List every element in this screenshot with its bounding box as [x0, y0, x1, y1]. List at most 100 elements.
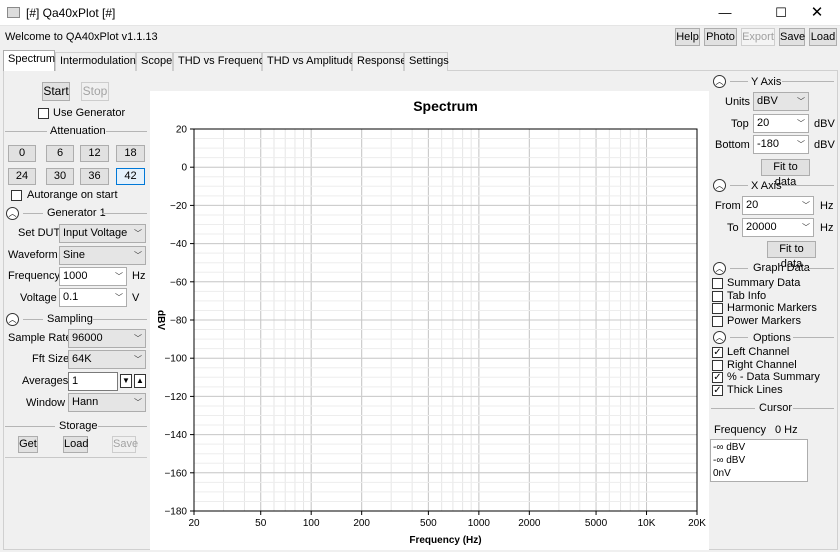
collapse-y-axis-icon[interactable]: ︿	[713, 75, 726, 88]
tab-info-label: Tab Info	[727, 290, 767, 302]
y-fit-to-data-button[interactable]: Fit to data	[761, 159, 810, 188]
chevron-down-icon: ﹀	[134, 398, 142, 407]
tab-intermodulation[interactable]: Intermodulation	[55, 52, 136, 71]
tab-scope[interactable]: Scope	[136, 52, 173, 71]
save-button[interactable]: Save	[779, 28, 805, 46]
voltage-input[interactable]: 0.1 ﹀	[59, 288, 127, 307]
tab-thd-vs-amplitude[interactable]: THD vs Amplitude	[262, 52, 355, 71]
tab-info-checkbox[interactable]	[712, 291, 723, 302]
attenuation-0-button[interactable]: 0	[8, 145, 36, 162]
fft-size-dropdown[interactable]: 64K ﹀	[68, 350, 146, 369]
tab-spectrum[interactable]: Spectrum	[3, 50, 55, 71]
attenuation-6-button[interactable]: 6	[46, 145, 74, 162]
divider	[806, 268, 834, 269]
photo-button[interactable]: Photo	[704, 28, 737, 46]
y-tick-label: −160	[164, 468, 187, 479]
waveform-dropdown[interactable]: Sine ﹀	[59, 246, 146, 265]
x-tick-label: 200	[353, 518, 370, 529]
app-icon	[7, 7, 20, 18]
attenuation-24-button[interactable]: 24	[8, 168, 36, 185]
to-input[interactable]: 20000 ﹀	[742, 218, 814, 237]
storage-header: Storage	[59, 420, 98, 432]
save-storage-button[interactable]: Save	[112, 436, 138, 453]
top-input[interactable]: 20 ﹀	[753, 114, 809, 133]
use-generator-checkbox[interactable]	[38, 108, 49, 119]
divider	[793, 337, 834, 338]
to-value: 20000	[746, 221, 777, 233]
graph-data-header: Graph Data	[753, 262, 810, 274]
x-fit-to-data-button[interactable]: Fit to data	[767, 241, 816, 270]
harmonic-markers-checkbox[interactable]	[712, 303, 723, 314]
collapse-generator-icon[interactable]: ︿	[6, 207, 19, 220]
summary-data-checkbox[interactable]	[712, 278, 723, 289]
divider	[711, 408, 755, 409]
top-value: 20	[757, 117, 770, 129]
voltage-value: 0.1	[63, 291, 79, 303]
attenuation-36-button[interactable]: 36	[80, 168, 109, 185]
y-tick-label: −140	[164, 430, 187, 441]
divider	[5, 131, 47, 132]
from-input[interactable]: 20 ﹀	[742, 196, 814, 215]
get-button[interactable]: Get	[18, 436, 38, 453]
y-axis-header: Y Axis	[751, 76, 782, 88]
stop-button[interactable]: Stop	[81, 82, 109, 101]
averages-input[interactable]: 1	[68, 372, 118, 391]
sampling-header: Sampling	[47, 313, 93, 325]
right-channel-checkbox[interactable]	[712, 360, 723, 371]
tab-settings[interactable]: Settings	[404, 52, 449, 71]
units-dropdown[interactable]: dBV ﹀	[753, 92, 809, 111]
x-tick-label: 2000	[518, 518, 541, 529]
collapse-options-icon[interactable]: ︿	[713, 331, 726, 344]
x-tick-label: 10K	[638, 518, 656, 529]
welcome-text: Welcome to QA40xPlot v1.1.13	[5, 31, 158, 43]
start-button[interactable]: Start	[42, 82, 70, 101]
attenuation-18-button[interactable]: 18	[116, 145, 145, 162]
power-markers-checkbox[interactable]	[712, 316, 723, 327]
attenuation-42-button[interactable]: 42	[116, 168, 145, 185]
bottom-input[interactable]: -180 ﹀	[753, 135, 809, 154]
power-markers-label: Power Markers	[727, 315, 801, 327]
attenuation-30-button[interactable]: 30	[46, 168, 74, 185]
divider	[5, 457, 147, 458]
chevron-down-icon: ﹀	[797, 140, 805, 149]
x-tick-label: 20	[188, 518, 200, 529]
tab-thd-vs-frequency[interactable]: THD vs Frequency	[173, 52, 270, 71]
voltage-unit: V	[132, 292, 140, 304]
attenuation-12-button[interactable]: 12	[80, 145, 109, 162]
collapse-x-axis-icon[interactable]: ︿	[713, 179, 726, 192]
x-tick-label: 1000	[468, 518, 491, 529]
set-dut-dropdown[interactable]: Input Voltage ﹀	[59, 224, 146, 243]
data-summary-checkbox[interactable]: ✓	[712, 372, 723, 383]
averages-label: Averages	[22, 375, 69, 387]
chevron-down-icon: ﹀	[115, 293, 123, 302]
right-channel-label: Right Channel	[727, 359, 797, 371]
minimize-button[interactable]: —	[702, 0, 748, 26]
export-button[interactable]: Export	[741, 28, 775, 46]
cursor-frequency-value: 0 Hz	[775, 424, 798, 436]
left-channel-checkbox[interactable]: ✓	[712, 347, 723, 358]
increment-icon[interactable]: ▲	[134, 374, 146, 388]
decrement-icon[interactable]: ▼	[120, 374, 132, 388]
x-axis-label: Frequency (Hz)	[409, 535, 481, 546]
data-summary-label: % - Data Summary	[727, 371, 820, 383]
autorange-checkbox[interactable]	[11, 190, 22, 201]
x-axis-header: X Axis	[751, 180, 782, 192]
y-tick-label: −20	[170, 201, 187, 212]
divider	[23, 319, 43, 320]
load-button[interactable]: Load	[809, 28, 837, 46]
to-label: To	[727, 222, 739, 234]
window-dropdown[interactable]: Hann ﹀	[68, 393, 146, 412]
frequency-input[interactable]: 1000 ﹀	[59, 267, 127, 286]
collapse-sampling-icon[interactable]: ︿	[6, 313, 19, 326]
top-label: Top	[731, 118, 749, 130]
divider	[106, 131, 147, 132]
y-axis-label: dBV	[155, 310, 166, 330]
spectrum-chart[interactable]: 20 50 100 200 500 1000 2000 5000 10K 20K 20 0 −20 −40…	[150, 91, 709, 550]
load-storage-button[interactable]: Load	[63, 436, 88, 453]
tab-response[interactable]: Response	[352, 52, 407, 71]
help-button[interactable]: Help	[675, 28, 700, 46]
sample-rate-dropdown[interactable]: 96000 ﹀	[68, 329, 146, 348]
collapse-graph-data-icon[interactable]: ︿	[713, 262, 726, 275]
thick-lines-checkbox[interactable]: ✓	[712, 385, 723, 396]
close-button[interactable]: ✕	[794, 0, 840, 26]
